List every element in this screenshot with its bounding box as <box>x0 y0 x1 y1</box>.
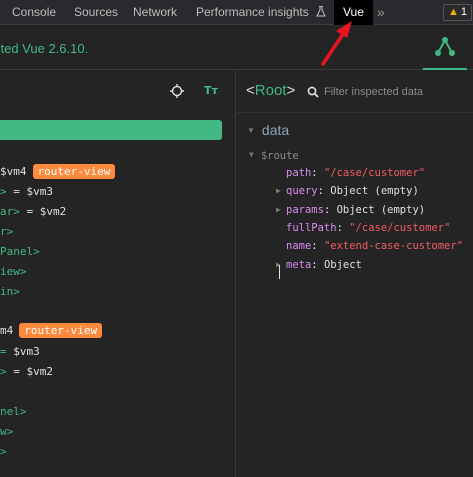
flask-icon <box>316 6 326 17</box>
prop-row[interactable]: ▶ query: Object (empty) <box>276 182 419 200</box>
tree-row[interactable]: iew> <box>0 262 27 282</box>
tree-row[interactable]: in> <box>0 282 20 302</box>
inspector-pane: <Root> ▼data ▼$route path: "/case/custom… <box>237 71 473 477</box>
tab-performance-insights[interactable]: Performance insights <box>196 0 326 25</box>
more-tabs-icon[interactable]: » <box>377 0 385 25</box>
tree-row[interactable]: nel> <box>0 402 27 422</box>
vue-header: cted Vue 2.6.10. <box>0 26 473 70</box>
tab-network[interactable]: Network <box>133 0 177 25</box>
inspector-header: <Root> <box>237 71 473 113</box>
component-tree-pane: Tт $vm4 router-view > = $vm3 ar> = $vm2 r… <box>0 71 236 477</box>
collapse-caret-icon: ▼ <box>247 126 255 135</box>
tree-toolbar: Tт <box>0 71 236 113</box>
tree-row[interactable]: Panel> <box>0 242 40 262</box>
prop-row[interactable]: ▶meta: Object <box>276 256 362 274</box>
collapse-caret-icon: ▼ <box>249 150 254 159</box>
search-icon <box>307 86 319 98</box>
tree-row[interactable]: > = $vm3 <box>0 182 53 202</box>
tree-row[interactable]: $vm4 router-view <box>0 162 116 182</box>
tree-row[interactable]: > <box>0 442 7 462</box>
tab-performance-insights-label: Performance insights <box>196 5 309 19</box>
tab-console[interactable]: Console <box>12 0 56 25</box>
expand-caret-icon[interactable]: ▶ <box>276 182 281 200</box>
prop-row: fullPath: "/case/customer" <box>286 222 451 234</box>
prop-row: name: "extend-case-customer" <box>286 240 464 252</box>
expand-caret-icon[interactable]: ▶ <box>276 201 281 219</box>
tab-sources[interactable]: Sources <box>74 0 118 25</box>
tree-row[interactable]: r> <box>0 222 13 242</box>
tree-row[interactable]: > = $vm2 <box>0 362 53 382</box>
tree-row[interactable]: w> <box>0 422 13 442</box>
router-view-badge: router-view <box>19 323 103 338</box>
router-view-badge: router-view <box>32 164 116 179</box>
warning-badge[interactable]: ▲ 1 <box>443 4 473 21</box>
tree-row[interactable]: = $vm3 <box>0 342 40 362</box>
route-group[interactable]: ▼ $route <box>249 146 299 164</box>
tree-row[interactable]: m4 router-view <box>0 321 103 341</box>
components-tab[interactable] <box>423 26 467 70</box>
prop-row: path: "/case/customer" <box>286 167 426 179</box>
tree-row[interactable]: ar> = $vm2 <box>0 202 66 222</box>
select-component-icon[interactable] <box>170 84 184 98</box>
prop-row[interactable]: ▶ params: Object (empty) <box>276 201 425 219</box>
devtools-tab-bar: Console Sources Network Performance insi… <box>0 0 473 25</box>
warning-count: 1 <box>460 6 468 18</box>
selected-component-name: <Root> <box>246 82 296 99</box>
text-cursor <box>279 265 280 279</box>
tab-vue[interactable]: Vue <box>334 0 373 25</box>
selected-tree-row[interactable] <box>0 120 222 140</box>
warning-icon: ▲ <box>448 6 459 18</box>
filter-inspected-data-input[interactable] <box>324 83 469 101</box>
vue-detected-text: cted Vue 2.6.10. <box>0 41 89 56</box>
data-section-header[interactable]: ▼ data <box>247 122 289 138</box>
components-icon <box>435 37 455 56</box>
format-names-icon[interactable]: Tт <box>204 84 218 97</box>
